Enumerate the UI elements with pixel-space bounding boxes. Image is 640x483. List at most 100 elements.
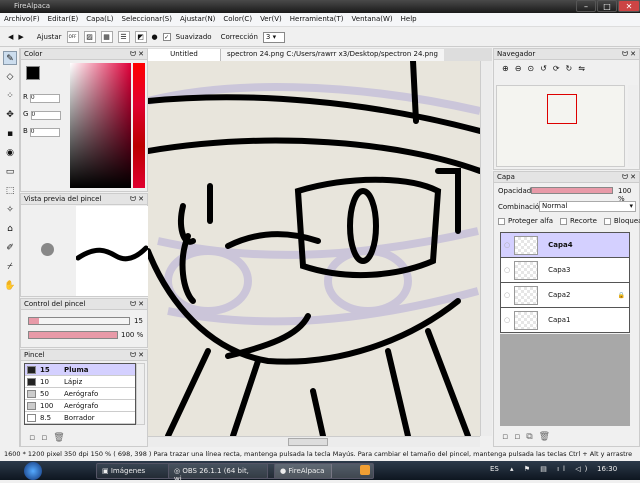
minimize-button[interactable]: – bbox=[576, 0, 596, 12]
snap-lines-icon[interactable]: ☰ bbox=[117, 31, 130, 43]
menu-ver[interactable]: Ver(V) bbox=[256, 13, 286, 26]
lasso-tool-icon[interactable]: ⬚ bbox=[3, 184, 17, 198]
dots-tool-icon[interactable]: ⁘ bbox=[3, 89, 17, 103]
navigator-view-rect[interactable] bbox=[547, 94, 577, 124]
new-brush-icon[interactable]: ▫ bbox=[29, 433, 41, 443]
language-indicator[interactable]: ES bbox=[490, 465, 499, 473]
snap-parallel-icon[interactable]: ▨ bbox=[83, 31, 96, 43]
menu-help[interactable]: Help bbox=[397, 13, 421, 26]
clipping-checkbox[interactable] bbox=[560, 217, 567, 225]
select-tool-icon[interactable]: ▪ bbox=[3, 127, 17, 141]
protect-alpha-checkbox[interactable] bbox=[498, 217, 505, 225]
snap-grid-icon[interactable]: ▦ bbox=[100, 31, 113, 43]
taskbar-item-obs[interactable]: ◎ OBS 26.1.1 (64 bit, wi... bbox=[168, 463, 268, 483]
rotate-right-icon[interactable]: ↻ bbox=[566, 64, 573, 73]
layer-opacity-slider[interactable] bbox=[531, 187, 613, 194]
magic-wand-icon[interactable]: ✧ bbox=[3, 203, 17, 217]
rotate-left-icon[interactable]: ↺ bbox=[540, 64, 547, 73]
delete-brush-icon[interactable]: 🗑 bbox=[53, 433, 70, 443]
saturation-value-picker[interactable] bbox=[70, 63, 131, 188]
r-input[interactable] bbox=[30, 93, 61, 103]
brush-size-slider[interactable] bbox=[28, 317, 130, 325]
canvas-vertical-scrollbar[interactable] bbox=[480, 61, 492, 436]
panel-close-icon[interactable]: ᗢ ✕ bbox=[130, 351, 144, 360]
fill-tool-icon[interactable]: ◉ bbox=[3, 146, 17, 160]
panel-close-icon[interactable]: ᗢ ✕ bbox=[130, 195, 144, 204]
taskbar-item-firealpaca[interactable]: ● FireAlpaca bbox=[274, 463, 374, 479]
g-input[interactable] bbox=[30, 110, 61, 120]
hscroll-thumb[interactable] bbox=[288, 438, 328, 446]
select-pen-icon[interactable]: ✐ bbox=[3, 241, 17, 255]
blend-select[interactable]: Normal ▾ bbox=[539, 201, 636, 212]
tab-untitled[interactable]: Untitled bbox=[148, 49, 220, 61]
layer-item[interactable]: ○ Capa2 🔒 bbox=[501, 283, 629, 308]
visibility-icon[interactable]: ○ bbox=[504, 266, 510, 274]
visibility-icon[interactable]: ○ bbox=[504, 316, 510, 324]
eraser-tool-icon[interactable]: ◇ bbox=[3, 70, 17, 84]
menu-capa[interactable]: Capa(L) bbox=[82, 13, 117, 26]
brush-opacity-slider[interactable] bbox=[28, 331, 118, 339]
panel-close-icon[interactable]: ᗢ ✕ bbox=[622, 50, 636, 59]
lock-checkbox[interactable] bbox=[603, 217, 611, 225]
next-icon[interactable]: ▶ bbox=[18, 33, 23, 41]
panel-close-icon[interactable]: ᗢ ✕ bbox=[622, 173, 636, 182]
flip-icon[interactable]: ⇋ bbox=[578, 64, 585, 73]
visibility-icon[interactable]: ○ bbox=[504, 291, 510, 299]
menu-color[interactable]: Color(C) bbox=[219, 13, 256, 26]
zoom-out-icon[interactable]: ⊖ bbox=[515, 64, 522, 73]
merge-layer-icon[interactable]: ⧉ bbox=[526, 432, 538, 442]
primary-color-swatch[interactable] bbox=[26, 66, 40, 80]
drawing-canvas[interactable] bbox=[148, 61, 480, 436]
hue-slider[interactable] bbox=[133, 63, 145, 188]
gradient-tool-icon[interactable]: ▭ bbox=[3, 165, 17, 179]
correccion-select[interactable]: 3 ▾ bbox=[262, 31, 285, 43]
navigator-preview[interactable] bbox=[496, 85, 625, 167]
brush-item[interactable]: 50 Aerógrafo bbox=[25, 388, 135, 400]
bucket-icon[interactable]: ⌂ bbox=[3, 222, 17, 236]
delete-layer-icon[interactable]: 🗑 bbox=[539, 432, 556, 442]
menu-editar[interactable]: Editar(E) bbox=[44, 13, 83, 26]
brush-item[interactable]: 15 Pluma bbox=[25, 364, 135, 376]
panel-close-icon[interactable]: ᗢ ✕ bbox=[130, 50, 144, 59]
b-input[interactable] bbox=[30, 127, 61, 137]
visibility-icon[interactable]: ○ bbox=[504, 241, 510, 249]
layer-item[interactable]: ○ Capa3 bbox=[501, 258, 629, 283]
menu-herramienta[interactable]: Herramienta(T) bbox=[286, 13, 348, 26]
menu-ventana[interactable]: Ventana(W) bbox=[348, 13, 397, 26]
start-button[interactable] bbox=[24, 462, 42, 480]
pen-tool-icon[interactable]: ✎ bbox=[3, 51, 17, 65]
layer-item[interactable]: ○ Capa4 bbox=[501, 233, 629, 258]
move-tool-icon[interactable]: ✥ bbox=[3, 108, 17, 122]
zoom-fit-icon[interactable]: ⊙ bbox=[527, 64, 534, 73]
zoom-in-icon[interactable]: ⊕ bbox=[502, 64, 509, 73]
maximize-button[interactable]: □ bbox=[597, 0, 617, 12]
snap-perspective-icon[interactable]: ◩ bbox=[134, 31, 147, 43]
snap-off-button[interactable]: OFF bbox=[66, 31, 79, 43]
canvas-horizontal-scrollbar[interactable] bbox=[148, 436, 480, 447]
menu-archivo[interactable]: Archivo(F) bbox=[0, 13, 44, 26]
navigator-scrollbar[interactable] bbox=[628, 85, 638, 167]
snap-point-icon[interactable]: ● bbox=[152, 33, 158, 41]
tray-icons[interactable]: ▴ ⚑ ▤ ıl ◁) bbox=[510, 465, 591, 473]
brush-item[interactable]: 8.5 Borrador bbox=[25, 412, 135, 424]
brush-swatch bbox=[27, 413, 36, 422]
hand-tool-icon[interactable]: ✋ bbox=[3, 279, 17, 293]
brush-list-scrollbar[interactable] bbox=[136, 363, 145, 425]
brush-item[interactable]: 10 Lápiz bbox=[25, 376, 135, 388]
rotate-reset-icon[interactable]: ⟳ bbox=[553, 64, 560, 73]
close-button[interactable]: ✕ bbox=[618, 0, 640, 12]
menu-ajustar[interactable]: Ajustar(N) bbox=[176, 13, 219, 26]
duplicate-layer-icon[interactable]: ▫ bbox=[514, 432, 526, 442]
duplicate-brush-icon[interactable]: ▫ bbox=[41, 433, 53, 443]
lock-icon[interactable]: 🔒 bbox=[618, 292, 625, 299]
layer-thumbnail bbox=[514, 235, 539, 255]
tab-spectron[interactable]: spectron 24.png C:/Users/rawrr x3/Deskto… bbox=[220, 49, 444, 61]
suavizado-checkbox[interactable]: ✓ bbox=[162, 33, 171, 41]
panel-close-icon[interactable]: ᗢ ✕ bbox=[130, 300, 144, 309]
menu-seleccionar[interactable]: Seleccionar(S) bbox=[118, 13, 176, 26]
brush-item[interactable]: 100 Aerógrafo bbox=[25, 400, 135, 412]
layer-item[interactable]: ○ Capa1 bbox=[501, 308, 629, 333]
prev-icon[interactable]: ◀ bbox=[8, 33, 13, 41]
new-layer-icon[interactable]: ▫ bbox=[502, 432, 514, 442]
eyedropper-icon[interactable]: ⌿ bbox=[3, 260, 17, 274]
